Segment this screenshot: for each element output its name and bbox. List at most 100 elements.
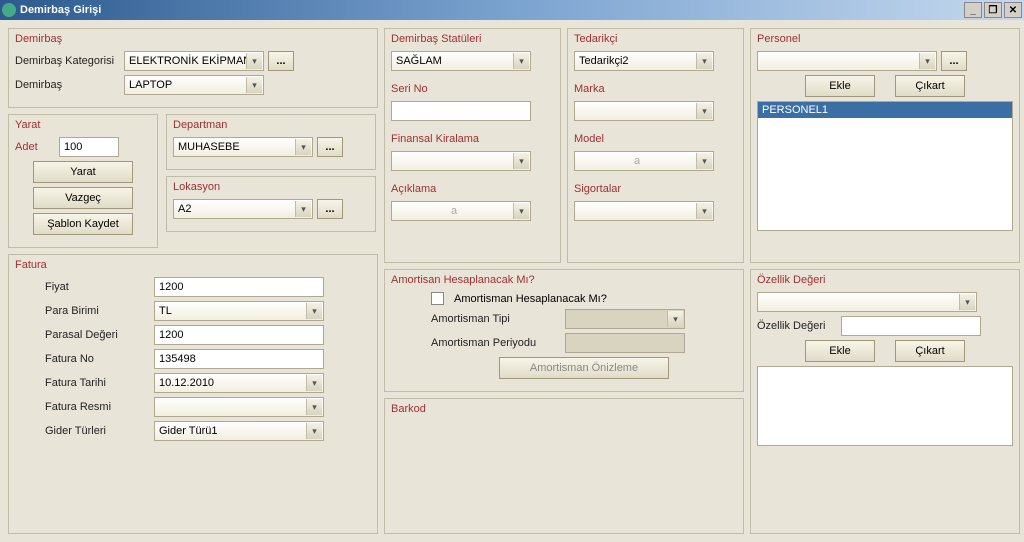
adet-label: Adet [15,141,55,153]
ozellik-degeri-label: Özellik Değeri [757,320,837,332]
group-demirbas: Demirbaş Demirbaş Kategorisi ELEKTRONİK … [8,28,378,108]
group-personel-title: Personel [757,33,1013,45]
list-item[interactable]: PERSONEL1 [758,102,1012,118]
gider-turleri-label: Gider Türleri [45,425,150,437]
chevron-down-icon: ▾ [513,153,529,169]
model-label: Model [574,133,737,145]
app-icon [2,3,16,17]
group-personel: Personel ▾ ... Ekle Çıkart PERSONEL1 [750,28,1020,263]
personel-select[interactable]: ▾ [757,51,937,71]
window-buttons: _ ❐ ✕ [964,2,1022,18]
group-lokasyon: Lokasyon A2▾ ... [166,176,376,232]
fatura-tarihi-label: Fatura Tarihi [45,377,150,389]
finkir-select[interactable]: ▾ [391,151,531,171]
group-yarat: Yarat Adet Yarat Vazgeç Şablon Kaydet [8,114,158,248]
kategori-browse-button[interactable]: ... [268,51,294,71]
chevron-down-icon: ▾ [295,201,311,217]
amort-check-label: Amortisman Hesaplanacak Mı? [454,293,607,305]
ozellik-cikart-button[interactable]: Çıkart [895,340,965,362]
group-yarat-title: Yarat [15,119,151,131]
ozellik-select[interactable]: ▾ [757,292,977,312]
personel-browse-button[interactable]: ... [941,51,967,71]
departman-browse-button[interactable]: ... [317,137,343,157]
personel-ekle-button[interactable]: Ekle [805,75,875,97]
marka-select[interactable]: ▾ [574,101,714,121]
group-ozellik-title: Özellik Değeri [757,274,1013,286]
chevron-down-icon: ▾ [667,311,683,327]
chevron-down-icon: ▾ [513,203,529,219]
column-left: Demirbaş Demirbaş Kategorisi ELEKTRONİK … [8,28,378,534]
minimize-button[interactable]: _ [964,2,982,18]
group-barkod-title: Barkod [391,403,737,415]
fatura-tarihi-select[interactable]: 10.12.2010▾ [154,373,324,393]
model-select[interactable]: a▾ [574,151,714,171]
group-tedarikci-title: Tedarikçi [574,33,737,45]
column-middle: Demirbaş Statüleri SAĞLAM▾ Seri No Finan… [384,28,744,534]
amort-onizleme-button[interactable]: Amortisman Önizleme [499,357,669,379]
yarat-button[interactable]: Yarat [33,161,133,183]
group-barkod: Barkod [384,398,744,534]
aciklama-select[interactable]: a▾ [391,201,531,221]
fiyat-input[interactable] [154,277,324,297]
amort-tipi-select[interactable]: ▾ [565,309,685,329]
adet-input[interactable] [59,137,119,157]
group-demirbas-title: Demirbaş [15,33,371,45]
group-statu: Demirbaş Statüleri SAĞLAM▾ Seri No Finan… [384,28,561,263]
fiyat-label: Fiyat [45,281,150,293]
departman-select[interactable]: MUHASEBE▾ [173,137,313,157]
chevron-down-icon: ▾ [295,139,311,155]
chevron-down-icon: ▾ [306,399,322,415]
lokasyon-browse-button[interactable]: ... [317,199,343,219]
ozellik-list[interactable] [757,366,1013,446]
serino-label: Seri No [391,83,554,95]
fatura-no-input[interactable] [154,349,324,369]
ozellik-degeri-input[interactable] [841,316,981,336]
fatura-no-label: Fatura No [45,353,150,365]
chevron-down-icon: ▾ [306,423,322,439]
amort-checkbox[interactable] [431,292,444,305]
ozellik-ekle-button[interactable]: Ekle [805,340,875,362]
personel-list[interactable]: PERSONEL1 [757,101,1013,231]
chevron-down-icon: ▾ [696,53,712,69]
chevron-down-icon: ▾ [919,53,935,69]
group-fatura: Fatura Fiyat Para Birimi TL▾ Parasal Değ… [8,254,378,534]
column-right: Personel ▾ ... Ekle Çıkart PERSONEL1 Öze… [750,28,1020,534]
chevron-down-icon: ▾ [696,153,712,169]
chevron-down-icon: ▾ [959,294,975,310]
vazgec-button[interactable]: Vazgeç [33,187,133,209]
group-tedarikci: Tedarikçi Tedarikçi2▾ Marka ▾ Model a▾ S… [567,28,744,263]
chevron-down-icon: ▾ [696,103,712,119]
close-button[interactable]: ✕ [1004,2,1022,18]
maximize-button[interactable]: ❐ [984,2,1002,18]
fatura-resmi-select[interactable]: ▾ [154,397,324,417]
lokasyon-select[interactable]: A2▾ [173,199,313,219]
content: Demirbaş Demirbaş Kategorisi ELEKTRONİK … [0,20,1024,542]
parasal-degeri-input[interactable] [154,325,324,345]
personel-cikart-button[interactable]: Çıkart [895,75,965,97]
fatura-resmi-label: Fatura Resmi [45,401,150,413]
demirbas-select[interactable]: LAPTOP▾ [124,75,264,95]
para-birimi-select[interactable]: TL▾ [154,301,324,321]
group-lokasyon-title: Lokasyon [173,181,369,193]
serino-input[interactable] [391,101,531,121]
sablon-kaydet-button[interactable]: Şablon Kaydet [33,213,133,235]
chevron-down-icon: ▾ [306,303,322,319]
aciklama-label: Açıklama [391,183,554,195]
chevron-down-icon: ▾ [306,375,322,391]
gider-turleri-select[interactable]: Gider Türü1▾ [154,421,324,441]
chevron-down-icon: ▾ [696,203,712,219]
kategori-select[interactable]: ELEKTRONİK EKİPMAN▾ [124,51,264,71]
titlebar: Demirbaş Girişi _ ❐ ✕ [0,0,1024,20]
tedarikci-select[interactable]: Tedarikçi2▾ [574,51,714,71]
para-birimi-label: Para Birimi [45,305,150,317]
group-amortisman: Amortisan Hesaplanacak Mı? Amortisman He… [384,269,744,392]
statu-select[interactable]: SAĞLAM▾ [391,51,531,71]
amort-periyod-label: Amortisman Periyodu [431,337,561,349]
group-ozellik: Özellik Değeri ▾ Özellik Değeri Ekle Çık… [750,269,1020,534]
sigorta-select[interactable]: ▾ [574,201,714,221]
kategori-label: Demirbaş Kategorisi [15,55,120,67]
amort-periyod-input[interactable] [565,333,685,353]
chevron-down-icon: ▾ [246,77,262,93]
window-title: Demirbaş Girişi [20,4,964,16]
group-departman-title: Departman [173,119,369,131]
